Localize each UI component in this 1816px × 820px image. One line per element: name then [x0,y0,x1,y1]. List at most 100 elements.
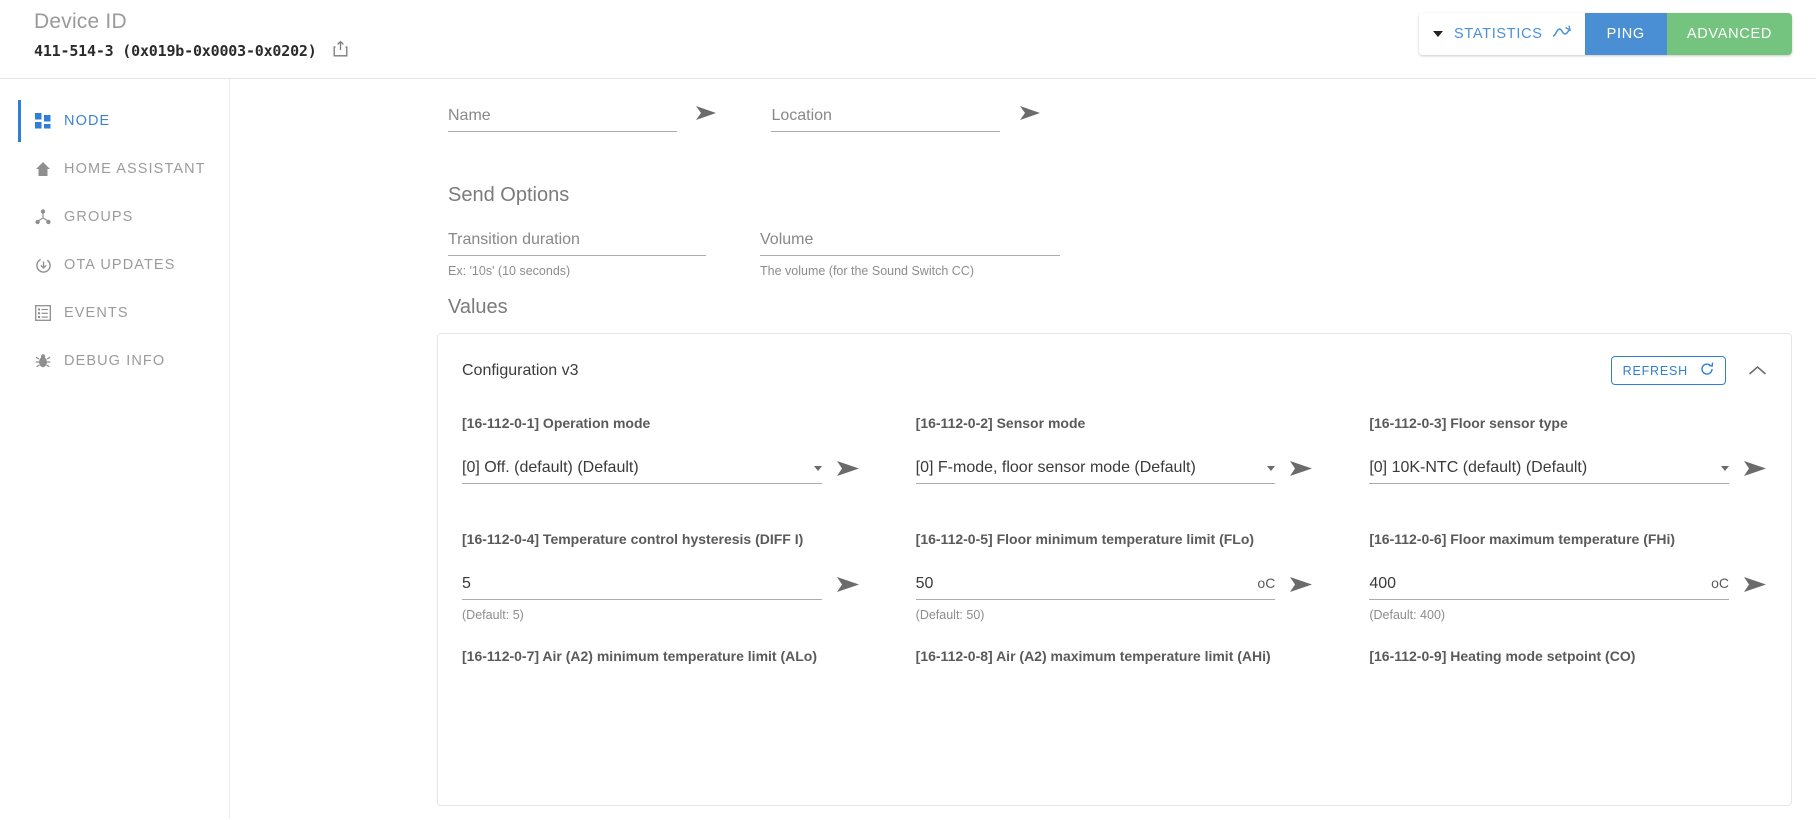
volume-hint: The volume (for the Sound Switch CC) [760,264,974,278]
config-param-value: 50 [915,575,934,592]
config-param-value: [0] F-mode, floor sensor mode (Default) [915,459,1196,476]
ping-button[interactable]: PING [1584,13,1667,55]
config-param-value: 5 [462,575,471,592]
home-icon [34,160,52,178]
config-param-label: [16-112-0-3] Floor sensor type [1369,415,1568,431]
configuration-card-header: Configuration v3 REFRESH [462,356,1767,385]
app-header: Device ID 411-514-3 (0x019b-0x0003-0x020… [0,0,1816,79]
refresh-button-label: REFRESH [1622,363,1688,378]
config-param-control: 400 oC [1369,575,1767,600]
values-title: Values [448,296,508,318]
config-param-default [1369,484,1767,505]
config-param-cell: [16-112-0-5] Floor minimum temperature l… [915,531,1314,648]
config-param-input-wrap[interactable]: 50 oC [915,575,1276,600]
send-param-button[interactable] [836,460,860,484]
bug-icon [34,352,52,370]
send-param-button[interactable] [836,576,860,600]
config-param-select[interactable]: [0] Off. (default) (Default) [462,459,822,484]
config-param-select[interactable]: [0] 10K-NTC (default) (Default) [1369,459,1729,484]
name-field-group [448,105,717,154]
config-param-control: [0] 10K-NTC (default) (Default) [1369,459,1767,484]
name-location-row [230,105,1816,154]
configuration-parameter-grid: [16-112-0-1] Operation mode [0] Off. (de… [462,415,1767,718]
ping-button-label: PING [1606,26,1645,42]
config-param-input-wrap[interactable]: 400 oC [1369,575,1729,600]
share-icon[interactable] [333,40,348,62]
grid-icon [34,112,52,130]
sidebar-item-label: DEBUG INFO [64,353,166,369]
config-param-label: [16-112-0-1] Operation mode [462,415,651,431]
volume-input[interactable] [760,229,1060,256]
config-param-cell: [16-112-0-8] Air (A2) maximum temperatur… [916,648,1314,718]
chevron-down-icon [1267,465,1276,471]
update-icon [34,256,52,274]
config-param-cell: [16-112-0-3] Floor sensor type [0] 10K-N… [1369,415,1767,531]
device-id-value: 411-514-3 (0x019b-0x0003-0x0202) [34,42,317,60]
config-param-input-wrap[interactable]: 5 [462,575,822,600]
configuration-card-title: Configuration v3 [462,361,579,379]
send-param-button[interactable] [1743,576,1767,600]
list-icon [34,304,52,322]
sidebar: NODE HOME ASSISTANT GROUPS OTA UPDATES E [0,79,230,819]
config-param-control: [0] Off. (default) (Default) [462,459,860,484]
config-param-label: [16-112-0-6] Floor maximum temperature (… [1369,531,1676,547]
send-location-button[interactable] [1019,105,1041,126]
sidebar-item-node[interactable]: NODE [0,97,229,145]
configuration-card: Configuration v3 REFRESH [16-112-0-1] Op… [437,333,1792,806]
body-wrapper: NODE HOME ASSISTANT GROUPS OTA UPDATES E [0,79,1816,819]
config-param-label: [16-112-0-4] Temperature control hystere… [462,531,804,547]
sidebar-item-home-assistant[interactable]: HOME ASSISTANT [0,145,229,193]
config-param-cell: [16-112-0-2] Sensor mode [0] F-mode, flo… [915,415,1314,531]
send-param-button[interactable] [1289,576,1313,600]
sidebar-item-groups[interactable]: GROUPS [0,193,229,241]
transition-duration-input[interactable] [448,229,706,256]
refresh-button[interactable]: REFRESH [1610,356,1726,385]
sidebar-item-label: OTA UPDATES [64,257,176,273]
name-input[interactable] [448,105,677,132]
config-param-cell: [16-112-0-7] Air (A2) minimum temperatur… [462,648,860,718]
config-param-select[interactable]: [0] F-mode, floor sensor mode (Default) [915,459,1276,484]
chevron-down-icon [1433,31,1443,37]
config-param-control: [0] F-mode, floor sensor mode (Default) [915,459,1314,484]
advanced-button[interactable]: ADVANCED [1666,13,1792,55]
config-param-default [462,484,860,505]
sidebar-item-label: EVENTS [64,305,129,321]
config-param-value: 400 [1369,575,1397,592]
send-param-button[interactable] [1743,460,1767,484]
send-param-button[interactable] [1289,460,1313,484]
config-param-default: (Default: 50) [915,608,985,622]
sidebar-item-debug-info[interactable]: DEBUG INFO [0,337,229,385]
send-name-button[interactable] [695,105,717,126]
sidebar-item-label: GROUPS [64,209,134,225]
sidebar-item-ota-updates[interactable]: OTA UPDATES [0,241,229,289]
sidebar-item-label: HOME ASSISTANT [64,161,206,177]
location-input[interactable] [771,105,1001,132]
config-param-default: (Default: 5) [462,608,524,622]
refresh-icon [1700,362,1714,379]
statistics-button[interactable]: STATISTICS [1419,13,1585,55]
sidebar-item-label: NODE [64,113,111,129]
location-hint [771,140,1040,154]
chevron-down-icon [1720,465,1729,471]
device-id-row: 411-514-3 (0x019b-0x0003-0x0202) [34,40,348,62]
volume-group: The volume (for the Sound Switch CC) [760,229,1060,278]
header-button-group: STATISTICS PING ADVANCED [1419,13,1792,55]
collapse-card-button[interactable] [1748,365,1767,377]
config-param-cell: [16-112-0-4] Temperature control hystere… [462,531,860,648]
config-param-label: [16-112-0-9] Heating mode setpoint (CO) [1369,648,1636,664]
config-param-value: [0] Off. (default) (Default) [462,459,639,476]
location-field-group [771,105,1040,154]
config-param-cell: [16-112-0-1] Operation mode [0] Off. (de… [462,415,860,531]
chart-line-icon [1552,24,1571,44]
groups-icon [34,208,52,226]
send-options-row: Ex: '10s' (10 seconds) The volume (for t… [230,229,1816,278]
name-hint [448,140,717,154]
config-param-control: 5 [462,575,860,600]
transition-duration-hint: Ex: '10s' (10 seconds) [448,264,571,278]
config-param-label: [16-112-0-5] Floor minimum temperature l… [915,531,1255,547]
sidebar-item-events[interactable]: EVENTS [0,289,229,337]
config-param-cell: [16-112-0-9] Heating mode setpoint (CO) [1369,648,1767,718]
advanced-button-label: ADVANCED [1686,26,1772,42]
configuration-card-actions: REFRESH [1610,356,1767,385]
config-param-label: [16-112-0-8] Air (A2) maximum temperatur… [915,648,1271,664]
